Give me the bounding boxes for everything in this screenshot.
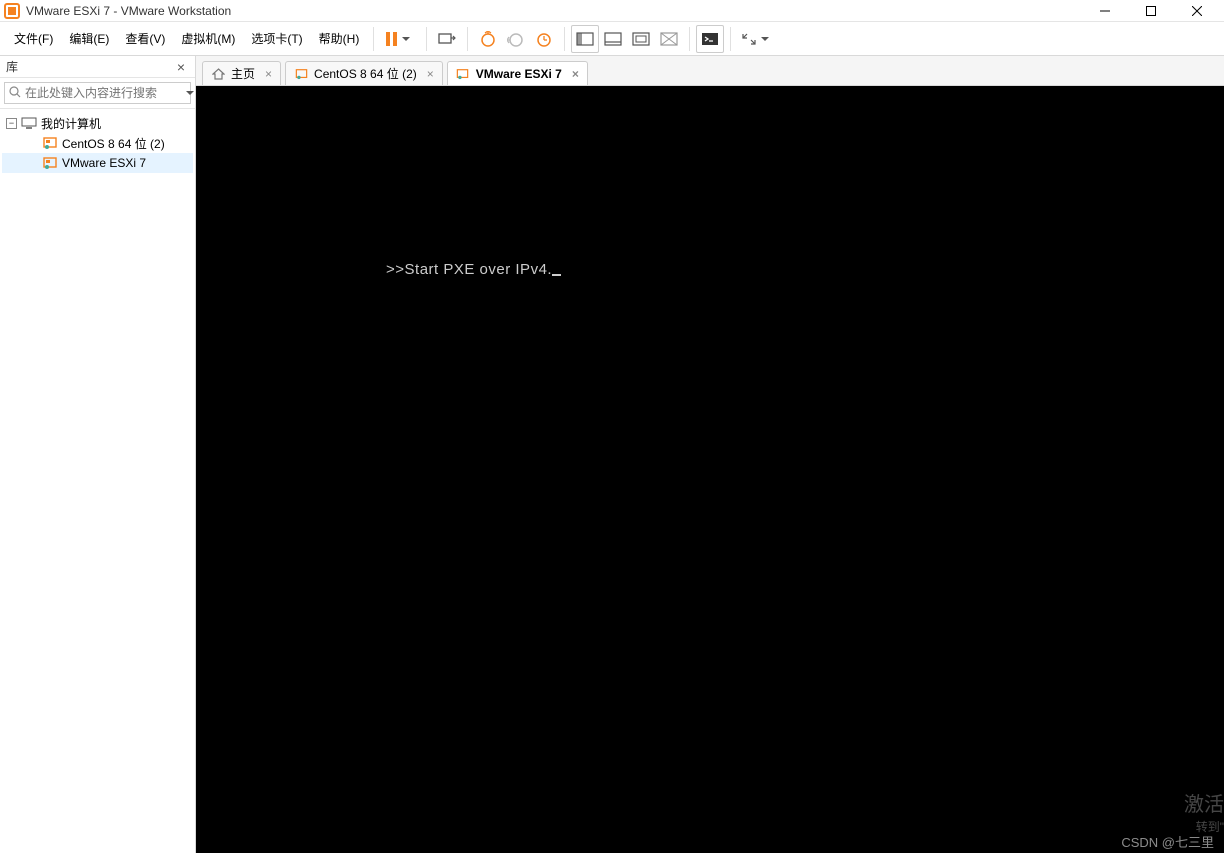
- window-controls: [1082, 0, 1220, 22]
- menu-file[interactable]: 文件(F): [6, 26, 61, 51]
- close-button[interactable]: [1174, 0, 1220, 22]
- vm-icon: [456, 67, 470, 81]
- view-unity-button[interactable]: [655, 25, 683, 53]
- snapshot-revert-button[interactable]: [502, 25, 530, 53]
- content-area: 主页 × CentOS 8 64 位 (2) × VMware ESXi 7 ×…: [196, 56, 1224, 853]
- titlebar: VMware ESXi 7 - VMware Workstation: [0, 0, 1224, 22]
- tab-label: 主页: [231, 65, 255, 82]
- search-icon: [9, 86, 21, 101]
- tree-item-centos[interactable]: CentOS 8 64 位 (2): [2, 133, 193, 153]
- tab-esxi[interactable]: VMware ESXi 7 ×: [447, 61, 588, 85]
- vm-icon: [42, 136, 58, 150]
- tab-label: VMware ESXi 7: [476, 67, 562, 81]
- pause-button[interactable]: [380, 25, 420, 53]
- sidebar-tree: − 我的计算机 CentOS 8 64 位 (2) VMware ESXi 7: [0, 109, 195, 177]
- sidebar-close-button[interactable]: ×: [173, 59, 189, 75]
- view-sidebar-button[interactable]: [571, 25, 599, 53]
- vm-icon: [294, 67, 308, 81]
- menu-edit[interactable]: 编辑(E): [61, 26, 117, 51]
- separator: [689, 27, 690, 51]
- home-icon: [211, 67, 225, 81]
- snapshot-take-button[interactable]: [474, 25, 502, 53]
- tree-collapse-icon[interactable]: −: [6, 118, 17, 129]
- search-dropdown-icon[interactable]: [184, 91, 194, 95]
- menu-vm[interactable]: 虚拟机(M): [173, 26, 243, 51]
- send-ctrl-alt-del-button[interactable]: [433, 25, 461, 53]
- chevron-down-icon: [402, 37, 410, 41]
- maximize-button[interactable]: [1128, 0, 1174, 22]
- minimize-button[interactable]: [1082, 0, 1128, 22]
- tab-centos[interactable]: CentOS 8 64 位 (2) ×: [285, 61, 443, 85]
- stretch-guest-button[interactable]: [737, 25, 777, 53]
- tree-item-label: CentOS 8 64 位 (2): [62, 135, 165, 152]
- sidebar-search[interactable]: [4, 82, 191, 104]
- separator: [564, 27, 565, 51]
- sidebar-search-row: [0, 78, 195, 109]
- main-area: 库 × − 我的计算机: [0, 56, 1224, 853]
- app-icon: [4, 3, 20, 19]
- sidebar: 库 × − 我的计算机: [0, 56, 196, 853]
- tree-root-my-computer[interactable]: − 我的计算机: [2, 113, 193, 133]
- view-fullscreen-button[interactable]: [627, 25, 655, 53]
- menu-view[interactable]: 查看(V): [117, 26, 173, 51]
- view-single-button[interactable]: [599, 25, 627, 53]
- menu-help[interactable]: 帮助(H): [311, 26, 368, 51]
- tab-home[interactable]: 主页 ×: [202, 61, 281, 85]
- snapshot-manager-button[interactable]: [530, 25, 558, 53]
- vm-icon: [42, 156, 58, 170]
- window-title: VMware ESXi 7 - VMware Workstation: [26, 4, 1082, 18]
- chevron-down-icon: [761, 37, 769, 41]
- console-view-button[interactable]: [696, 25, 724, 53]
- tab-close-button[interactable]: ×: [427, 67, 434, 81]
- separator: [373, 27, 374, 51]
- tab-label: CentOS 8 64 位 (2): [314, 65, 417, 82]
- computer-icon: [21, 116, 37, 130]
- tree-item-esxi[interactable]: VMware ESXi 7: [2, 153, 193, 173]
- tree-item-label: VMware ESXi 7: [62, 156, 146, 170]
- console-output: >>Start PXE over IPv4.: [386, 261, 561, 278]
- separator: [730, 27, 731, 51]
- tree-root-label: 我的计算机: [41, 115, 101, 132]
- tab-bar: 主页 × CentOS 8 64 位 (2) × VMware ESXi 7 ×: [196, 56, 1224, 86]
- tab-close-button[interactable]: ×: [572, 67, 579, 81]
- tab-close-button[interactable]: ×: [265, 67, 272, 81]
- sidebar-title: 库: [6, 58, 173, 75]
- vm-console[interactable]: >>Start PXE over IPv4.: [196, 86, 1224, 853]
- menu-tabs[interactable]: 选项卡(T): [243, 26, 310, 51]
- separator: [467, 27, 468, 51]
- menubar: 文件(F) 编辑(E) 查看(V) 虚拟机(M) 选项卡(T) 帮助(H): [0, 22, 1224, 56]
- sidebar-header: 库 ×: [0, 56, 195, 78]
- cursor-icon: [552, 274, 561, 276]
- search-input[interactable]: [25, 86, 180, 100]
- separator: [426, 27, 427, 51]
